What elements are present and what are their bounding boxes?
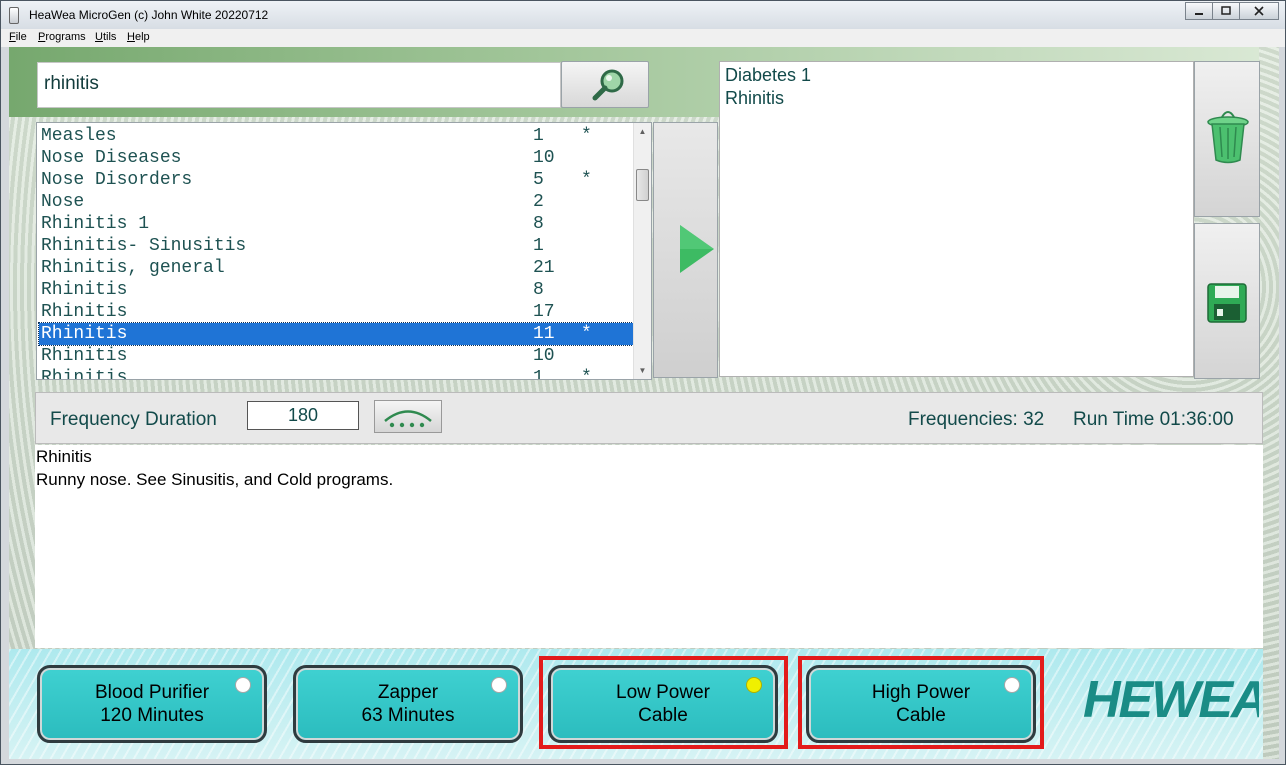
selected-programs-list[interactable]: Diabetes 1 Rhinitis xyxy=(719,61,1194,377)
save-button[interactable] xyxy=(1194,223,1260,379)
list-item[interactable]: Rhinitis 18 xyxy=(39,213,633,235)
zapper-button[interactable]: Zapper 63 Minutes xyxy=(293,665,523,743)
high-power-cable-button[interactable]: High Power Cable xyxy=(806,665,1036,743)
search-input-value: rhinitis xyxy=(44,73,99,94)
app-window: HeaWea MicroGen (c) John White 20220712 … xyxy=(0,0,1286,765)
description-panel: Rhinitis Runny nose. See Sinusitis, and … xyxy=(35,445,1263,648)
add-program-button[interactable] xyxy=(653,122,718,378)
floppy-disk-icon xyxy=(1207,283,1247,323)
svg-text:HEWEA: HEWEA xyxy=(1083,673,1259,723)
close-icon xyxy=(1254,6,1264,16)
hewea-logo: HEWEA xyxy=(1083,673,1259,723)
list-item-selected[interactable]: Rhinitis 11 * xyxy=(38,322,634,346)
maximize-button[interactable] xyxy=(1212,2,1240,20)
trash-icon xyxy=(1207,111,1249,164)
search-button[interactable] xyxy=(561,61,649,108)
selected-program-item[interactable]: Diabetes 1 xyxy=(725,65,811,86)
status-indicator-icon xyxy=(235,677,251,693)
list-item[interactable]: Rhinitis 10 xyxy=(39,345,633,367)
search-input[interactable]: rhinitis xyxy=(37,62,561,108)
program-buttons-bar: Blood Purifier 120 Minutes Zapper 63 Min… xyxy=(9,649,1263,759)
program-list[interactable]: Measles 1 * Nose Diseases 10 Nose Disorders… xyxy=(36,122,652,380)
low-power-cable-button[interactable]: Low Power Cable xyxy=(548,665,778,743)
frequency-toolbar: Frequency Duration 180 Frequencies: 32 R… xyxy=(35,392,1263,444)
list-item[interactable]: Rhinitis, general 21 xyxy=(39,257,633,279)
arc-dots-icon xyxy=(384,410,432,428)
maximize-icon xyxy=(1221,6,1231,15)
menu-file[interactable]: File xyxy=(9,31,27,43)
app-icon[interactable] xyxy=(9,7,19,24)
scroll-up-icon[interactable]: ▲ xyxy=(634,123,651,140)
delete-button[interactable] xyxy=(1194,61,1260,217)
window-title: HeaWea MicroGen (c) John White 20220712 xyxy=(29,8,269,22)
description-title: Rhinitis xyxy=(36,447,92,466)
list-item[interactable]: Rhinitis 1 * xyxy=(39,367,633,379)
menu-bar: File Programs Utils Help xyxy=(1,29,1285,47)
list-item[interactable]: Rhinitis- Sinusitis 1 xyxy=(39,235,633,257)
close-button[interactable] xyxy=(1239,2,1279,20)
status-indicator-icon xyxy=(491,677,507,693)
list-item[interactable]: Rhinitis 8 xyxy=(39,279,633,301)
run-time: Run Time 01:36:00 xyxy=(1073,409,1234,430)
list-item[interactable]: Rhinitis 17 xyxy=(39,301,633,323)
list-item[interactable]: Measles 1 * xyxy=(39,125,633,147)
menu-utils[interactable]: Utils xyxy=(95,31,116,43)
scroll-thumb[interactable] xyxy=(636,169,649,201)
menu-help[interactable]: Help xyxy=(127,31,150,43)
status-indicator-icon xyxy=(1004,677,1020,693)
duration-options-button[interactable] xyxy=(374,400,442,433)
list-scrollbar[interactable]: ▲ ▼ xyxy=(633,123,651,379)
list-item[interactable]: Nose Diseases 10 xyxy=(39,147,633,169)
list-item[interactable]: Nose Disorders 5 * xyxy=(39,169,633,191)
magnifier-icon xyxy=(592,69,624,101)
status-indicator-icon xyxy=(746,677,762,693)
play-arrow-icon xyxy=(680,225,714,273)
list-item[interactable]: Nose 2 xyxy=(39,191,633,213)
title-bar[interactable]: HeaWea MicroGen (c) John White 20220712 xyxy=(1,1,1285,30)
frequency-duration-label: Frequency Duration xyxy=(50,409,217,430)
scroll-down-icon[interactable]: ▼ xyxy=(634,362,651,379)
frequency-duration-field[interactable]: 180 xyxy=(247,401,359,430)
menu-programs[interactable]: Programs xyxy=(38,31,86,43)
blood-purifier-button[interactable]: Blood Purifier 120 Minutes xyxy=(37,665,267,743)
frequency-count: Frequencies: 32 xyxy=(908,409,1045,430)
minimize-button[interactable] xyxy=(1185,2,1213,20)
main-panel: rhinitis Measles 1 * Nose Diseases 10 Nose … xyxy=(9,47,1279,759)
minimize-icon xyxy=(1195,13,1203,15)
description-text: Runny nose. See Sinusitis, and Cold prog… xyxy=(36,470,394,489)
selected-program-item[interactable]: Rhinitis xyxy=(725,88,784,109)
